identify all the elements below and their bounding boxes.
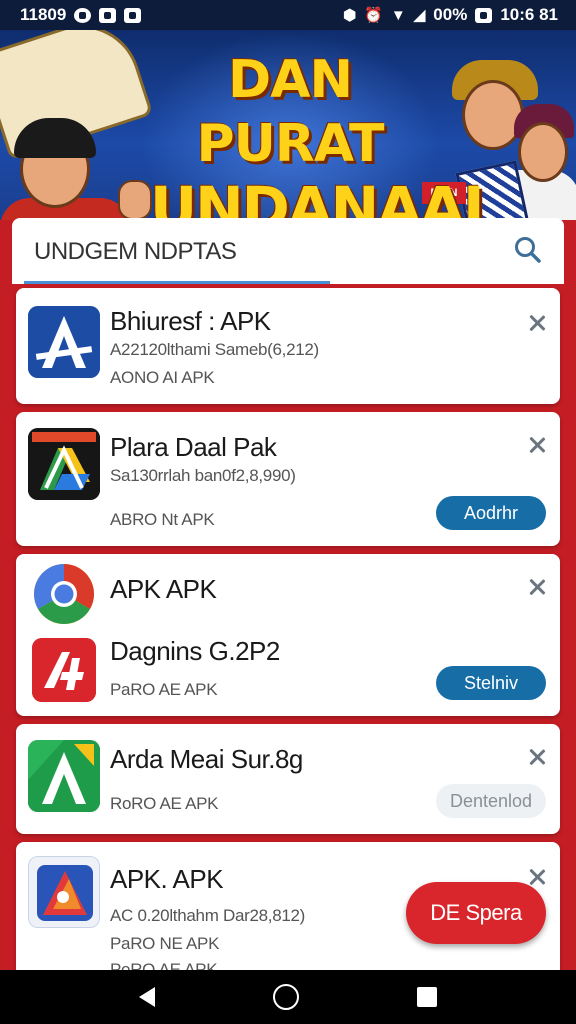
photo-icon (99, 7, 117, 23)
close-icon[interactable] (526, 576, 548, 598)
action-button[interactable]: Aodrhr (436, 496, 546, 530)
app-title: APK APK (110, 574, 217, 604)
floating-action-button[interactable]: DE Spera (406, 882, 546, 944)
vpn-icon: ⬢ (343, 7, 357, 24)
close-icon[interactable] (526, 434, 548, 456)
pdf-app-icon (32, 638, 96, 702)
close-icon[interactable] (526, 312, 548, 334)
search-icon[interactable] (512, 234, 544, 266)
banner-title-line2: UNDANAAI (150, 174, 485, 220)
banner-figure-right-face (462, 80, 524, 150)
list-item[interactable]: APK APK Dagnins G.2P2 PaRO AE APK Stelni… (16, 554, 560, 716)
status-bar: 11809 ⬢ ⏰ ▼ ◢ 00% 10:6 81 (0, 0, 576, 30)
app-title: Bhiuresf : APK (110, 306, 271, 336)
home-icon[interactable] (273, 984, 299, 1010)
recent-apps-icon[interactable] (417, 987, 437, 1007)
app-title: APK. APK (110, 864, 224, 894)
wifi-icon: ▼ (390, 6, 406, 24)
app-type: ABRO Nt APK (110, 510, 215, 529)
status-time: 11809 (20, 5, 67, 24)
system-nav-bar (0, 970, 576, 1024)
search-bar[interactable]: UNDGEM NDPTAS (12, 218, 564, 284)
notification-icon (74, 7, 92, 23)
list-item[interactable]: Plara Daal Pak Sa130rrlah ban0f2,8,990) … (16, 412, 560, 546)
app-icon-tool (28, 856, 100, 928)
list-item[interactable]: Bhiuresf : APK A22120lthami Sameb(6,212)… (16, 288, 560, 404)
search-underline (24, 281, 330, 284)
status-clock: 10:6 81 (500, 5, 558, 24)
app-type: PaRO AE APK (110, 680, 218, 699)
app-store-icon (28, 306, 100, 378)
app-title: Plara Daal Pak (110, 432, 277, 462)
action-button[interactable]: Stelniv (436, 666, 546, 700)
close-icon[interactable] (526, 746, 548, 768)
action-button-disabled[interactable]: Dentenlod (436, 784, 546, 818)
app-subtitle: Sa130rrlah ban0f2,8,990) (110, 466, 296, 485)
banner-figure-left-hand (118, 180, 152, 220)
promo-banner[interactable]: DAIN DAN PURAT UNDANAAI (0, 30, 576, 220)
banner-title-line1: DAN PURAT (196, 50, 384, 174)
app-type: AONO AI APK (110, 368, 215, 387)
banner-title: DAN PURAT UNDANAAI (150, 48, 485, 220)
drive-app-icon (28, 428, 100, 500)
banner-figure-child-face (518, 122, 568, 182)
back-icon[interactable] (139, 987, 155, 1007)
app-title-secondary: Dagnins G.2P2 (110, 636, 280, 666)
signal-icon: ◢ (413, 7, 426, 24)
alarm-icon: ⏰ (364, 7, 383, 24)
message-icon (124, 7, 142, 23)
app-type: RoRO AE APK (110, 794, 219, 813)
app-type: PaRO NE APK (110, 934, 220, 953)
app-subtitle: AC 0.20lthahm Dar28,812) (110, 906, 306, 925)
list-item[interactable]: Arda Meai Sur.8g RoRO AE APK Dentenlod (16, 724, 560, 834)
app-icon-green (28, 740, 100, 812)
chrome-icon (32, 562, 96, 626)
battery-percent: 00% (433, 5, 468, 24)
search-input[interactable]: UNDGEM NDPTAS (34, 238, 237, 266)
app-subtitle: A22120lthami Sameb(6,212) (110, 340, 319, 359)
battery-icon (475, 7, 493, 23)
app-title: Arda Meai Sur.8g (110, 744, 303, 774)
